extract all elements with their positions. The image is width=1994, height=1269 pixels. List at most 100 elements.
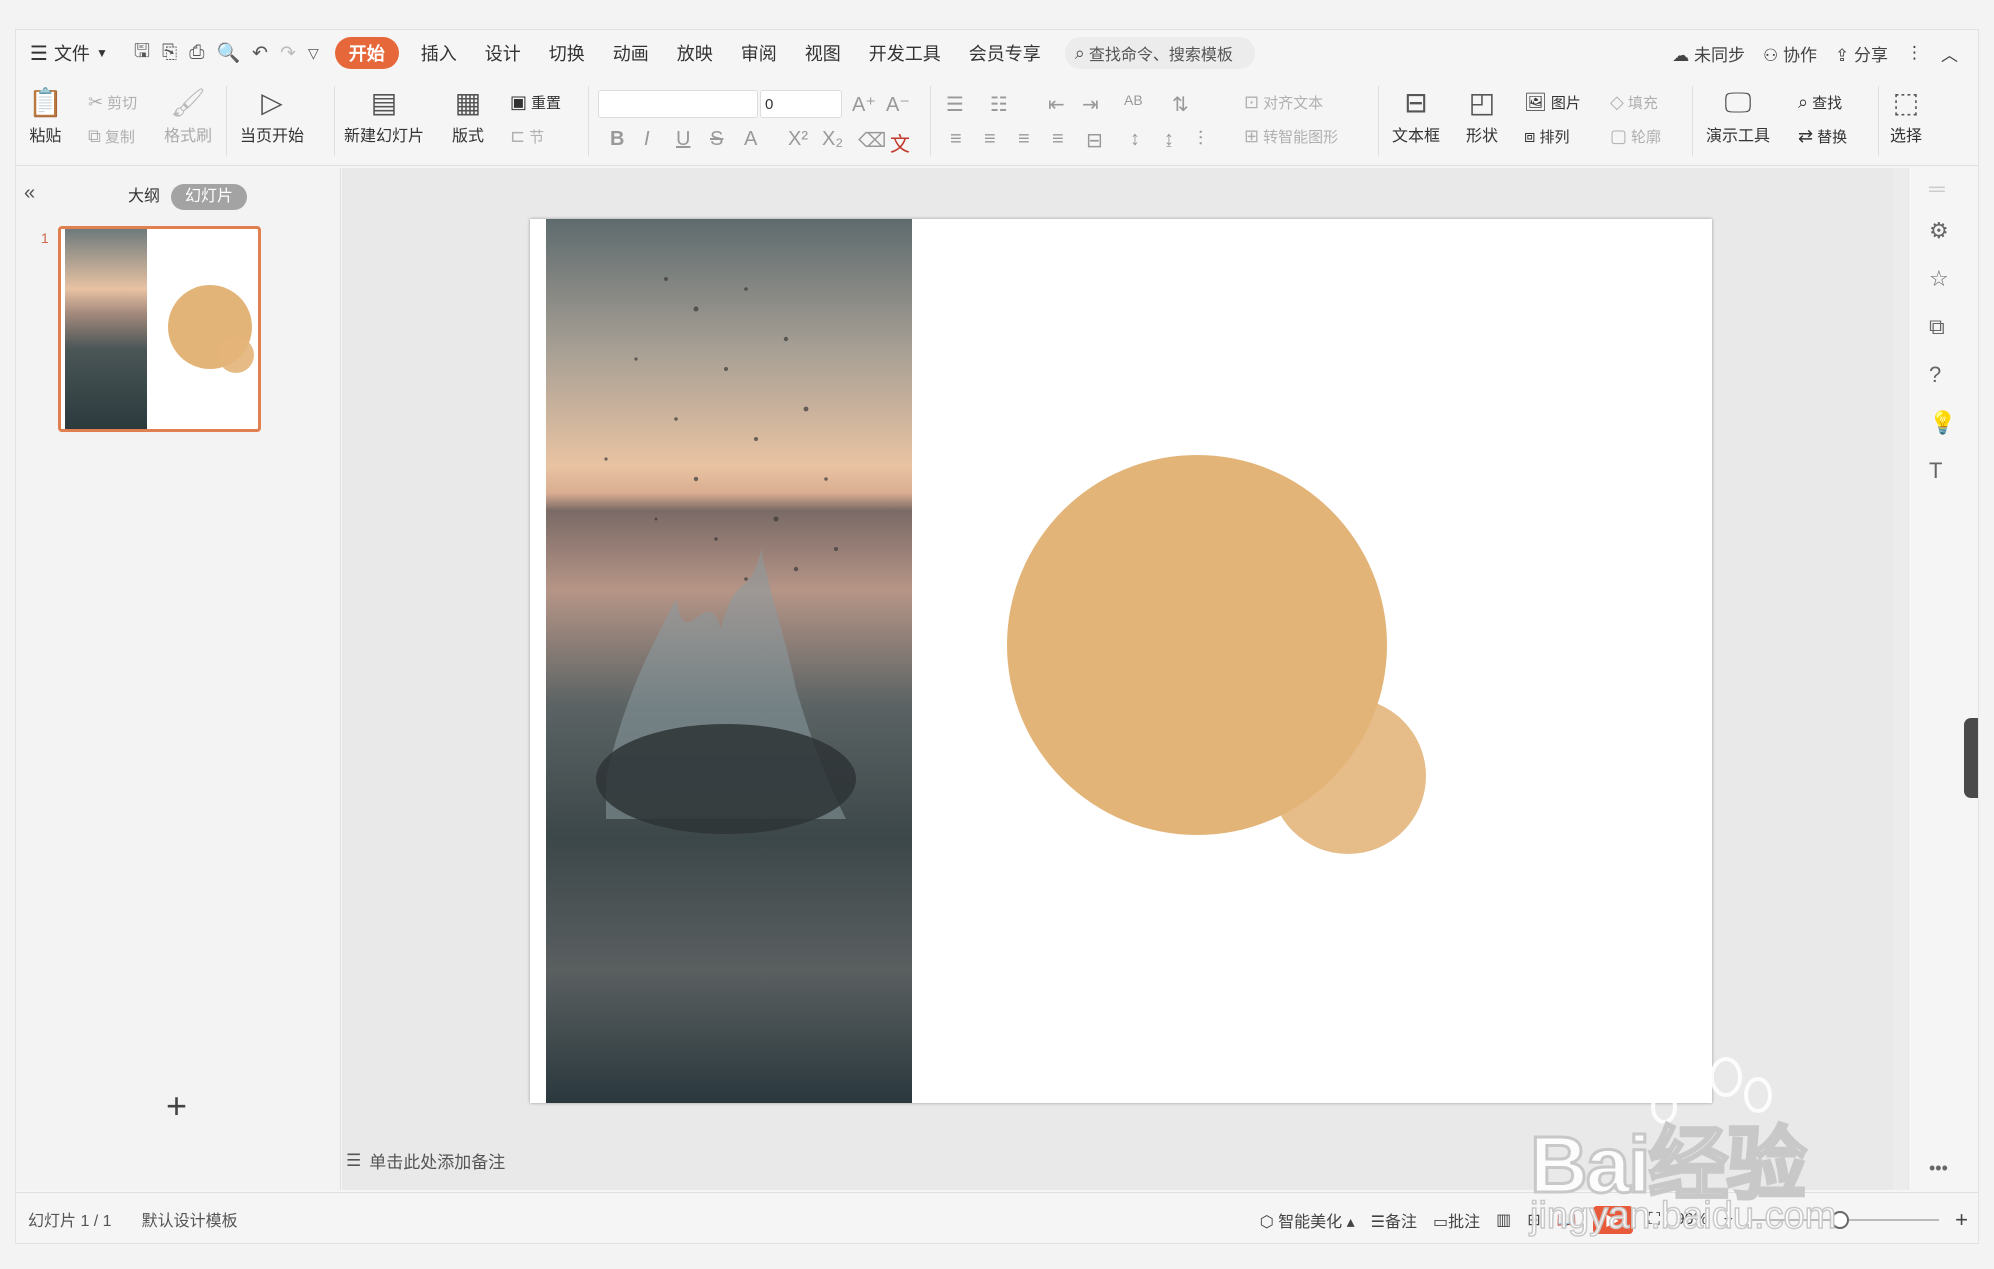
normal-view-icon[interactable]: ▥ <box>1496 1210 1511 1230</box>
strikethrough-icon[interactable]: S <box>710 128 723 151</box>
new-slide-button[interactable]: ▤ 新建幻灯片 <box>344 86 424 146</box>
grow-font-icon[interactable]: A⁺ <box>852 92 876 117</box>
font-color-icon[interactable]: A <box>744 128 757 151</box>
subscript-icon[interactable]: X₂ <box>822 128 843 151</box>
numbering-icon[interactable]: ☷ <box>990 92 1008 117</box>
find-button[interactable]: ⌕ 查找 <box>1798 92 1842 113</box>
print-preview-icon[interactable]: 🔍 <box>216 41 240 65</box>
increase-indent-icon[interactable]: ⇥ <box>1082 92 1099 117</box>
reading-view-icon[interactable]: 📖 <box>1557 1210 1577 1230</box>
tab-slides[interactable]: 幻灯片 <box>171 184 248 210</box>
tab-developer[interactable]: 开发工具 <box>855 37 955 69</box>
arrange-button[interactable]: ⧈ 排列 <box>1524 126 1569 147</box>
present-tools-button[interactable]: 🖵 演示工具 <box>1706 86 1770 146</box>
collab-button[interactable]: ⚇ 协作 <box>1763 41 1817 66</box>
redo-icon[interactable]: ↷ <box>280 42 296 65</box>
slide-thumbnail-1[interactable] <box>58 226 261 432</box>
format-painter-button[interactable]: 🖌 格式刷 <box>164 86 212 146</box>
picture-button[interactable]: 🖼 图片 <box>1524 92 1581 113</box>
save-icon[interactable]: 🖫 <box>134 37 150 69</box>
select-button[interactable]: ⬚ 选择 <box>1890 86 1922 146</box>
file-menu[interactable]: ☰ 文件 ▼ <box>16 37 122 69</box>
align-right-icon[interactable]: ≡ <box>1018 128 1030 151</box>
zoom-level[interactable]: 90% <box>1676 1211 1708 1229</box>
sidebar-scroll-handle[interactable] <box>1964 718 1978 798</box>
replace-button[interactable]: ⇄ 替换 <box>1798 126 1847 147</box>
line-spacing-icon[interactable]: ↕ <box>1130 128 1140 151</box>
layout-button[interactable]: ▦ 版式 <box>452 86 484 146</box>
copy-icon[interactable]: ⧉ <box>1929 314 1945 340</box>
shapes-button[interactable]: ◰ 形状 <box>1466 86 1498 146</box>
beautify-button[interactable]: ⬡ 智能美化 ▴ <box>1260 1208 1355 1232</box>
font-size-select[interactable]: 0 <box>760 90 842 118</box>
search-box[interactable]: ⌕ 查找命令、搜索模板 <box>1064 37 1255 69</box>
slide-1[interactable] <box>530 219 1712 1103</box>
zoom-knob[interactable] <box>1831 1210 1850 1229</box>
settings-sliders-icon[interactable]: ⚙ <box>1929 218 1949 244</box>
align-center-icon[interactable]: ≡ <box>984 128 996 151</box>
drag-handle-icon[interactable]: ═ <box>1929 176 1945 202</box>
cut-button[interactable]: ✂ 剪切 <box>88 92 137 113</box>
paragraph-spacing-icon[interactable]: ↨ <box>1164 128 1174 151</box>
bold-icon[interactable]: B <box>610 128 624 151</box>
customize-icon[interactable]: ▽ <box>308 45 319 62</box>
tab-design[interactable]: 设计 <box>471 37 535 69</box>
section-button[interactable]: ⊏ 节 <box>510 126 544 147</box>
italic-icon[interactable]: I <box>644 128 650 151</box>
notes-area[interactable]: ☰ 单击此处添加备注 <box>346 1148 505 1173</box>
notes-toggle[interactable]: ☰备注 <box>1371 1208 1417 1232</box>
tab-animations[interactable]: 动画 <box>599 37 663 69</box>
tab-slideshow[interactable]: 放映 <box>663 37 727 69</box>
justify-icon[interactable]: ≡ <box>1052 128 1064 151</box>
text-icon[interactable]: T <box>1929 458 1942 484</box>
tab-insert[interactable]: 插入 <box>407 37 471 69</box>
collapse-panel-icon[interactable]: « <box>24 182 35 205</box>
help-icon[interactable]: ? <box>1929 362 1941 388</box>
zoom-slider[interactable] <box>1749 1210 1940 1229</box>
share-button[interactable]: ⇪ 分享 <box>1835 41 1888 66</box>
fit-window-icon[interactable]: ⛶ <box>1649 1211 1660 1229</box>
star-icon[interactable]: ☆ <box>1929 266 1949 292</box>
bullets-icon[interactable]: ☰ <box>946 92 964 117</box>
collapse-ribbon-icon[interactable]: ︿ <box>1941 41 1958 66</box>
template-name[interactable]: 默认设计模板 <box>142 1207 238 1231</box>
fill-button[interactable]: ◇ 填充 <box>1610 92 1658 113</box>
shrink-font-icon[interactable]: A⁻ <box>886 92 910 117</box>
paste-button[interactable]: 📋 粘贴 <box>28 86 63 146</box>
more-icon[interactable]: ••• <box>1929 1158 1948 1179</box>
align-left-icon[interactable]: ≡ <box>950 128 962 151</box>
export-icon[interactable]: ⎘ <box>162 42 177 64</box>
phonetic-icon[interactable]: 文 <box>890 128 910 157</box>
distribute-icon[interactable]: ⊟ <box>1086 128 1103 153</box>
zoom-out-icon[interactable]: − <box>1724 1211 1733 1229</box>
decrease-indent-icon[interactable]: ⇤ <box>1048 92 1065 117</box>
copy-button[interactable]: ⧉ 复制 <box>88 126 135 147</box>
undo-icon[interactable]: ↶ <box>252 42 268 65</box>
smartart-button[interactable]: ⊞ 转智能图形 <box>1244 126 1338 147</box>
underline-icon[interactable]: U <box>676 128 690 151</box>
add-slide-button[interactable]: + <box>166 1088 187 1124</box>
font-family-select[interactable] <box>598 90 758 118</box>
play-slideshow-button[interactable]: ▶ <box>1592 1205 1633 1234</box>
small-circle[interactable] <box>1270 698 1426 854</box>
reset-button[interactable]: ▣ 重置 <box>510 92 561 113</box>
more-icon[interactable]: ⋮ <box>1906 43 1923 63</box>
play-current-button[interactable]: ▷ 当页开始 <box>240 86 304 146</box>
tab-outline[interactable]: 大纲 <box>114 184 174 210</box>
tab-transitions[interactable]: 切换 <box>535 37 599 69</box>
grid-view-icon[interactable]: ⊞ <box>1527 1210 1540 1230</box>
outline-button[interactable]: ▢ 轮廓 <box>1610 126 1661 147</box>
align-text-button[interactable]: ⊡ 对齐文本 <box>1244 92 1323 113</box>
tab-view[interactable]: 视图 <box>791 37 855 69</box>
sync-button[interactable]: ☁ 未同步 <box>1672 41 1745 66</box>
lightbulb-icon[interactable]: 💡 <box>1929 410 1956 436</box>
clear-format-icon[interactable]: ⌫ <box>858 128 886 153</box>
column-icon[interactable]: ⫶ <box>1198 128 1203 151</box>
comments-toggle[interactable]: ▭批注 <box>1433 1208 1480 1232</box>
zoom-in-icon[interactable]: + <box>1955 1207 1968 1233</box>
text-direction-icon[interactable]: ⇅ <box>1172 92 1189 117</box>
textbox-button[interactable]: ⊟ 文本框 <box>1392 86 1440 146</box>
superscript-icon[interactable]: X² <box>788 128 808 151</box>
print-icon[interactable]: ⎙ <box>189 42 204 64</box>
vertical-scrollbar[interactable] <box>1893 168 1909 1190</box>
